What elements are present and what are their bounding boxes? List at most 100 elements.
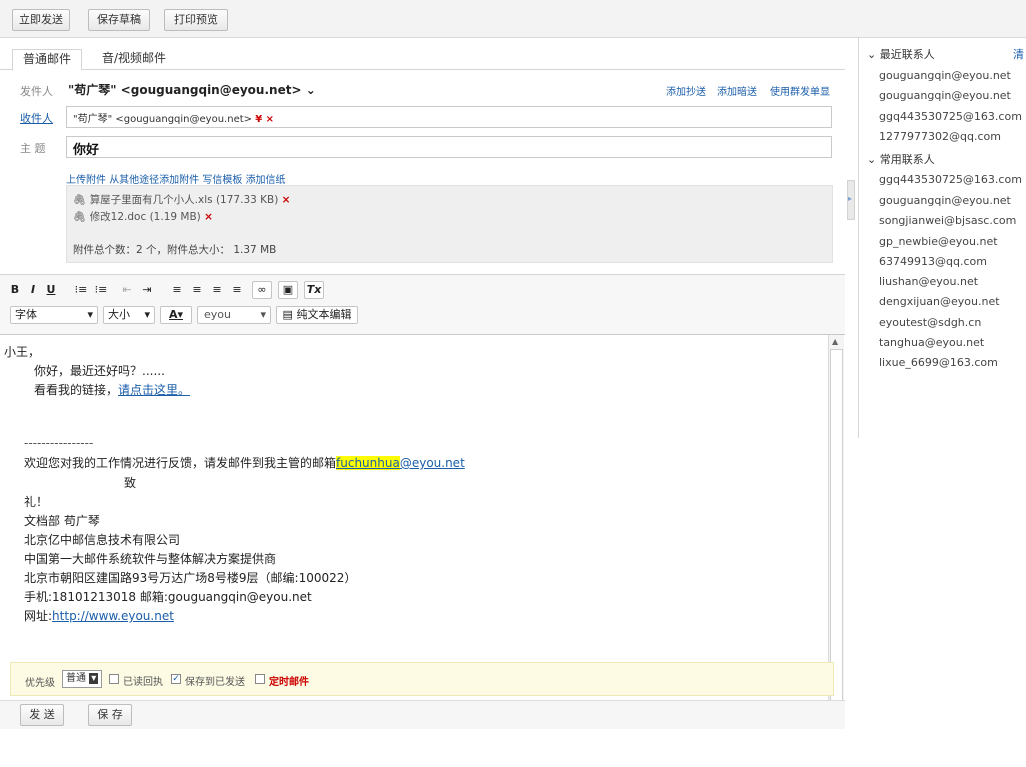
scroll-up-icon[interactable]: ▲ xyxy=(832,337,838,346)
save-draft-button[interactable]: 保存草稿 xyxy=(88,9,150,31)
contact-item[interactable]: gouguangqin@eyou.net xyxy=(879,194,1011,207)
contact-item[interactable]: 63749913@qq.com xyxy=(879,255,987,268)
feedback-line: 欢迎您对我的工作情况进行反馈，请发邮件到我主管的邮箱fuchunhua@eyou… xyxy=(24,454,465,471)
sender-value: "苟广琴" <gouguangqin@eyou.net> xyxy=(68,83,302,97)
contact-item[interactable]: gp_newbie@eyou.net xyxy=(879,235,998,248)
font-family-select[interactable]: 字体 ▾ xyxy=(10,306,98,324)
chevron-down-icon: ▾ xyxy=(89,673,99,684)
recent-contacts-label: 最近联系人 xyxy=(879,48,935,61)
contact-item[interactable]: ggq443530725@163.com xyxy=(879,173,1022,186)
recipients-label[interactable]: 收件人 xyxy=(20,110,53,126)
document-icon: ▤ xyxy=(282,308,293,321)
contact-item[interactable]: ggq443530725@163.com xyxy=(879,110,1022,123)
priority-value: 普通 xyxy=(66,673,86,684)
contact-item[interactable]: gouguangqin@eyou.net xyxy=(879,89,1011,102)
contact-item[interactable]: eyoutest@sdgh.cn xyxy=(879,316,981,329)
tab-normal-mail[interactable]: 普通邮件 xyxy=(12,49,83,71)
supervisor-email-highlight[interactable]: fuchunhua xyxy=(336,456,400,470)
contacts-panel: ⌄ 最近联系人 清 gouguangqin@eyou.net gouguangq… xyxy=(858,38,1026,438)
supervisor-email-domain[interactable]: @eyou.net xyxy=(400,456,465,470)
recipient-chip-text: "苟广琴" <gouguangqin@eyou.net> xyxy=(73,114,253,125)
expand-arrow-icon: ▸ xyxy=(848,194,853,203)
paperclip-icon: 🖇 xyxy=(73,194,87,206)
add-cc-link[interactable]: 添加抄送 xyxy=(666,83,706,98)
send-options-bar: 优先级 普通 ▾ 已读回执 ✓ 保存到已发送 定时邮件 xyxy=(10,662,834,696)
contact-item[interactable]: songjianwei@bjsasc.com xyxy=(879,214,1016,227)
attachment-name: 修改12.doc (1.19 MB) xyxy=(89,211,201,223)
indent-button[interactable]: ⇥ xyxy=(138,281,156,299)
contact-item[interactable]: dengxijuan@eyou.net xyxy=(879,295,1000,308)
add-bcc-link[interactable]: 添加暗送 xyxy=(717,83,757,98)
send-button[interactable]: 发 送 xyxy=(20,704,64,726)
scrollbar-thumb[interactable] xyxy=(830,349,843,709)
body-greeting: 小王， xyxy=(4,345,41,359)
contact-item[interactable]: gouguangqin@eyou.net xyxy=(879,69,1011,82)
body-link[interactable]: 请点击这里。 xyxy=(118,383,190,397)
remove-attachment-icon[interactable]: × xyxy=(204,211,213,223)
frequent-contacts-header[interactable]: ⌄ 常用联系人 xyxy=(867,151,935,167)
font-size-label: 大小 xyxy=(108,308,130,321)
align-left-button[interactable]: ≡ xyxy=(168,281,186,299)
print-preview-button[interactable]: 打印预览 xyxy=(164,9,228,31)
send-row: 发 送 保 存 xyxy=(0,700,845,729)
save-button[interactable]: 保 存 xyxy=(88,704,132,726)
ordered-list-button[interactable]: ⁝≡ xyxy=(72,281,90,299)
signature-line-5: 手机:18101213018 邮箱:gouguangqin@eyou.net xyxy=(24,590,312,604)
sender-label: 发件人 xyxy=(20,85,53,98)
contact-item[interactable]: 1277977302@qq.com xyxy=(879,130,1001,143)
chevron-down-icon: ⌄ xyxy=(867,153,877,166)
font-color-button[interactable]: A▾ xyxy=(160,306,192,324)
remove-attachment-icon[interactable]: × xyxy=(282,194,291,206)
sender-select[interactable]: "苟广琴" <gouguangqin@eyou.net> ⌄ xyxy=(68,81,316,98)
editor-toolbar: B I U ⁝≡ ⁝≡ ⇤ ⇥ ≡ ≡ ≡ ≡ ∞ ▣ Tx 字体 ▾ 大小 ▾… xyxy=(0,274,845,334)
align-right-button[interactable]: ≡ xyxy=(208,281,226,299)
recipients-field[interactable]: "苟广琴" <gouguangqin@eyou.net> ¥ × xyxy=(66,106,832,128)
plain-text-button[interactable]: ▤ 纯文本编辑 xyxy=(276,306,358,324)
font-name-select[interactable]: eyou ▾ xyxy=(197,306,271,324)
italic-button[interactable]: I xyxy=(26,281,40,299)
underline-button[interactable]: U xyxy=(44,281,58,299)
frequent-contacts-label: 常用联系人 xyxy=(879,153,935,166)
link-icon[interactable]: ∞ xyxy=(252,281,272,299)
justify-button[interactable]: ≡ xyxy=(228,281,246,299)
scheduled-mail-label[interactable]: 定时邮件 xyxy=(269,673,309,688)
unordered-list-button[interactable]: ⁝≡ xyxy=(92,281,110,299)
subject-label: 主 题 xyxy=(20,142,46,155)
clear-recent-link[interactable]: 清 xyxy=(1013,46,1024,62)
mail-type-tabs: 普通邮件 音/视频邮件 xyxy=(0,46,845,71)
website-link[interactable]: http://www.eyou.net xyxy=(52,609,174,623)
subject-value: 你好 xyxy=(73,143,100,158)
subject-field[interactable]: 你好 xyxy=(66,136,832,158)
image-icon[interactable]: ▣ xyxy=(278,281,298,299)
tab-av-mail[interactable]: 音/视频邮件 xyxy=(92,49,176,71)
chevron-down-icon: ▾ xyxy=(144,308,150,321)
read-receipt-checkbox[interactable] xyxy=(109,674,119,684)
priority-select[interactable]: 普通 ▾ xyxy=(62,670,103,688)
remove-recipient-icon[interactable]: ¥ × xyxy=(255,114,274,125)
recent-contacts-header[interactable]: ⌄ 最近联系人 xyxy=(867,46,935,62)
clear-format-icon[interactable]: Tx xyxy=(304,281,324,299)
feedback-text: 欢迎您对我的工作情况进行反馈，请发邮件到我主管的邮箱 xyxy=(24,456,337,470)
group-send-link[interactable]: 使用群发单显 xyxy=(770,83,830,98)
recipient-chip[interactable]: "苟广琴" <gouguangqin@eyou.net> ¥ × xyxy=(73,110,274,125)
attachment-list: 🖇 算屋子里面有几个小人.xls (177.33 KB) × 🖇 修改12.do… xyxy=(66,185,833,263)
attachment-links: 上传附件 从其他途径添加附件 写信模板 添加信纸 xyxy=(66,171,286,186)
contact-item[interactable]: lixue_6699@163.com xyxy=(879,356,998,369)
contact-item[interactable]: liushan@eyou.net xyxy=(879,275,978,288)
panel-splitter[interactable]: ▸ xyxy=(847,180,855,220)
top-toolbar: 立即发送 保存草稿 打印预览 xyxy=(0,0,1026,38)
contact-item[interactable]: tanghua@eyou.net xyxy=(879,336,984,349)
send-now-button[interactable]: 立即发送 xyxy=(12,9,70,31)
scheduled-checkbox[interactable] xyxy=(255,674,265,684)
bold-button[interactable]: B xyxy=(8,281,22,299)
plain-text-label: 纯文本编辑 xyxy=(296,308,352,321)
signature-line-3: 中国第一大邮件系统软件与整体解决方案提供商 xyxy=(24,552,277,566)
paperclip-icon: 🖇 xyxy=(73,211,87,223)
signature-line-6: 网址:http://www.eyou.net xyxy=(24,607,174,624)
outdent-button[interactable]: ⇤ xyxy=(118,281,136,299)
font-size-select[interactable]: 大小 ▾ xyxy=(103,306,155,324)
chevron-down-icon: ▾ xyxy=(87,308,93,321)
align-center-button[interactable]: ≡ xyxy=(188,281,206,299)
signature-divider: ---------------- xyxy=(24,436,94,450)
save-sent-checkbox[interactable]: ✓ xyxy=(171,674,181,684)
